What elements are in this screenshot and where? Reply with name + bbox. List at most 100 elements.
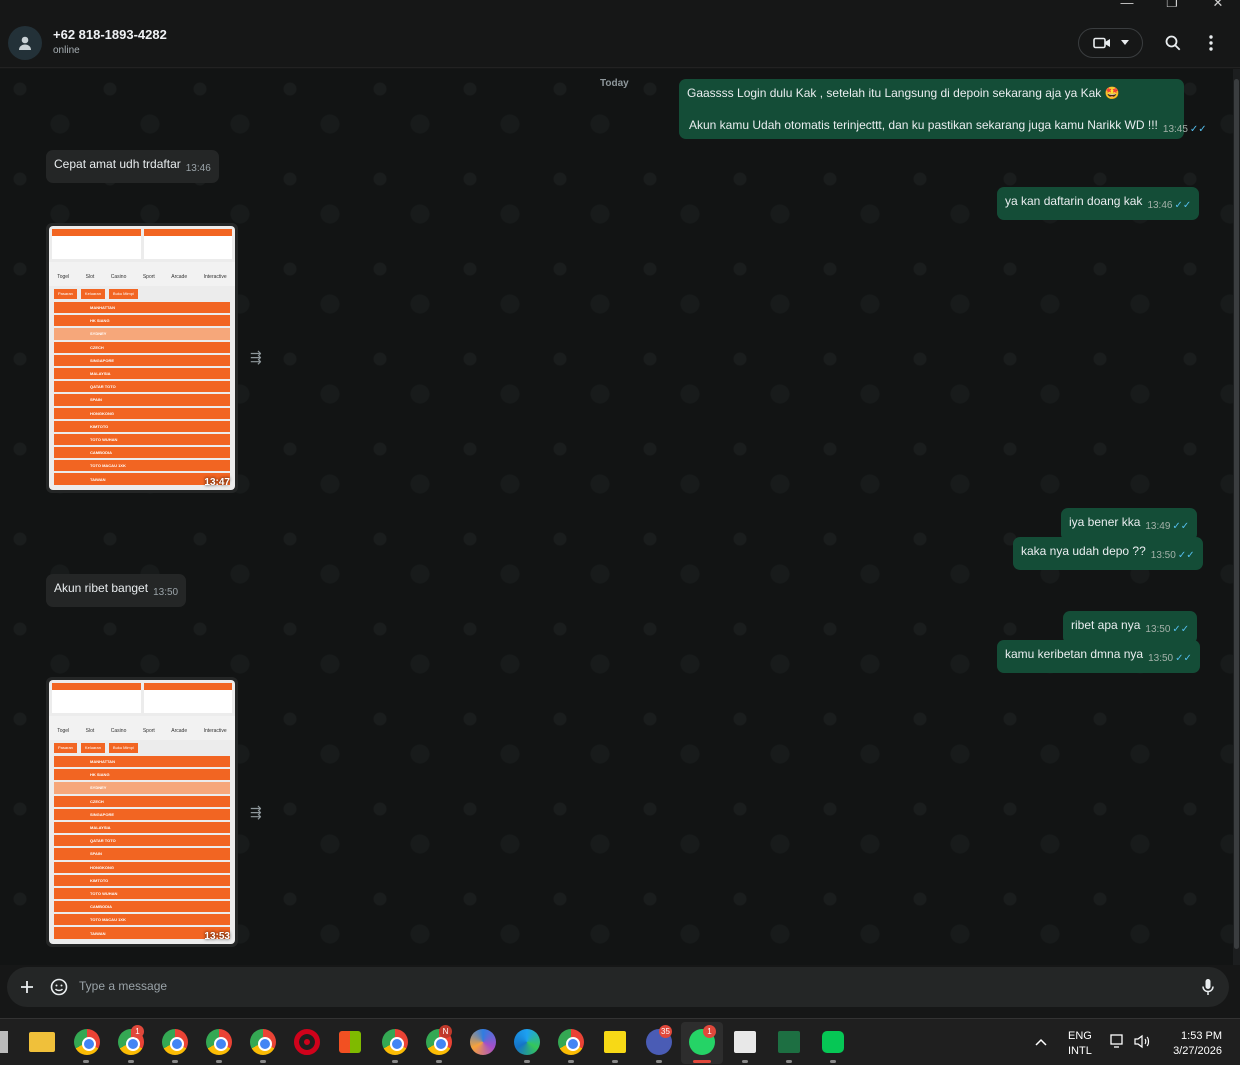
market-list: MANHATTAN HK SIANG SYDNEY CZECH SINGAPOR… — [49, 756, 235, 939]
running-indicator — [568, 1060, 574, 1063]
store-icon[interactable] — [339, 1031, 361, 1053]
message-text: kamu keribetan dmna nya — [1005, 647, 1144, 661]
menu-button[interactable] — [1200, 32, 1222, 54]
message-input[interactable]: Type a message — [79, 979, 167, 993]
message-time: 13:50 — [1150, 550, 1176, 561]
whatsapp-window: — ❐ ✕ +62 818-1893-4282 online Today Gaa… — [0, 0, 1240, 1018]
market-row: SYDNEY — [54, 328, 230, 340]
market-row: CAMBODIA — [54, 901, 230, 913]
forward-icon[interactable]: ⇶ — [250, 804, 266, 820]
message-outgoing[interactable]: Gaassss Login dulu Kak , setelah itu Lan… — [679, 79, 1207, 139]
screenshot-tab: Interactive — [203, 274, 227, 280]
message-list[interactable]: Today Gaassss Login dulu Kak , setelah i… — [0, 69, 1233, 965]
volume-icon[interactable] — [1134, 1034, 1150, 1049]
taskbar: 1 N 35 1 ENG INTL 1:53 PM 3/27/2026 — [0, 1018, 1240, 1065]
font-viewer-icon[interactable] — [734, 1031, 756, 1053]
copilot-icon[interactable] — [470, 1029, 496, 1055]
notification-badge: 1 — [131, 1025, 144, 1038]
message-outgoing[interactable]: ya kan daftarin doang kak 13:46 ✓✓ — [997, 187, 1200, 220]
maximize-button[interactable]: ❐ — [1157, 0, 1187, 14]
clock[interactable]: 1:53 PM 3/27/2026 — [1166, 1029, 1222, 1059]
sticky-notes-icon[interactable] — [604, 1031, 626, 1053]
attach-button[interactable] — [16, 976, 38, 998]
clock-time: 1:53 PM — [1181, 1030, 1222, 1042]
date-separator: Today — [600, 78, 629, 89]
screenshot-button: Keluaran — [80, 289, 105, 299]
file-explorer-icon[interactable] — [29, 1032, 55, 1052]
screenshot-tab: Casino — [110, 728, 127, 734]
message-text: ya kan daftarin doang kak — [1005, 194, 1143, 208]
screenshot-tab: Casino — [110, 274, 127, 280]
message-text: Gaassss Login dulu Kak , setelah itu Lan… — [687, 86, 1120, 100]
taskbar-app-partial[interactable] — [0, 1031, 8, 1053]
market-row: TOTO WUHAN — [54, 887, 230, 900]
read-receipt-icon: ✓✓ — [1189, 124, 1207, 135]
message-time: 13:50 — [1148, 653, 1174, 664]
screenshot-tab: Interactive — [203, 728, 227, 734]
close-button[interactable]: ✕ — [1203, 0, 1233, 14]
chrome-profile-icon[interactable] — [206, 1029, 232, 1055]
message-time: 13:50 — [1145, 624, 1171, 635]
market-row: QATAR TOTO — [54, 381, 230, 393]
message-text: kaka nya udah depo ?? — [1021, 544, 1146, 558]
keyboard-layout: INTL — [1068, 1045, 1092, 1057]
language-indicator[interactable]: ENG INTL — [1068, 1029, 1092, 1059]
chrome-profile-icon[interactable] — [74, 1029, 100, 1055]
message-time: 13:46 — [1147, 200, 1173, 211]
chrome-profile-icon[interactable] — [382, 1029, 408, 1055]
network-icon[interactable] — [1110, 1034, 1126, 1049]
message-incoming[interactable]: Akun ribet banget 13:50 — [46, 574, 187, 607]
contact-name[interactable]: +62 818-1893-4282 — [53, 27, 167, 42]
video-camera-icon — [1092, 37, 1110, 49]
scrollbar[interactable] — [1233, 69, 1240, 965]
chrome-icon[interactable] — [558, 1029, 584, 1055]
language-code: ENG — [1068, 1030, 1092, 1042]
excel-icon[interactable] — [778, 1031, 800, 1053]
running-indicator — [612, 1060, 618, 1063]
market-row: SPAIN — [54, 394, 230, 406]
message-incoming[interactable]: Cepat amat udh trdaftar 13:46 — [46, 150, 219, 183]
microphone-icon — [1202, 979, 1214, 995]
chrome-profile-icon[interactable] — [162, 1029, 188, 1055]
notification-badge: 35 — [659, 1025, 672, 1038]
running-indicator — [392, 1060, 398, 1063]
read-receipt-icon: ✓✓ — [1174, 200, 1192, 211]
search-button[interactable] — [1162, 32, 1184, 54]
chevron-up-icon[interactable] — [1035, 1038, 1047, 1046]
market-row: KIMTOTO — [54, 874, 230, 886]
emoji-button[interactable] — [48, 976, 70, 998]
chrome-profile-icon[interactable] — [250, 1029, 276, 1055]
market-row: SINGAPORE — [54, 808, 230, 820]
image-message[interactable]: Togel Slot Casino Sport Arcade Interacti… — [46, 677, 238, 947]
message-outgoing[interactable]: kamu keribetan dmna nya 13:50 ✓✓ — [997, 640, 1200, 673]
market-row: SINGAPORE — [54, 354, 230, 366]
active-indicator — [693, 1060, 711, 1063]
image-message[interactable]: Togel Slot Casino Sport Arcade Interacti… — [46, 223, 238, 493]
avatar[interactable] — [8, 26, 42, 60]
message-time: 13:50 — [153, 587, 179, 598]
running-indicator — [260, 1060, 266, 1063]
read-receipt-icon: ✓✓ — [1172, 521, 1190, 532]
minimize-button[interactable]: — — [1112, 0, 1142, 14]
opera-icon[interactable] — [294, 1029, 320, 1055]
scrollbar-thumb[interactable] — [1234, 79, 1239, 949]
forward-icon[interactable]: ⇶ — [250, 349, 266, 365]
running-indicator — [524, 1060, 530, 1063]
screenshot-tab: Sport — [142, 274, 155, 280]
message-outgoing[interactable]: kaka nya udah depo ?? 13:50 ✓✓ — [1013, 537, 1203, 570]
video-call-button[interactable] — [1078, 28, 1143, 58]
notification-badge: 1 — [703, 1025, 716, 1038]
edge-icon[interactable] — [514, 1029, 540, 1055]
screenshot-button: Buku Mimpi — [108, 743, 138, 753]
message-text: Cepat amat udh trdaftar — [54, 157, 181, 171]
screenshot-tab: Sport — [142, 728, 155, 734]
running-indicator — [830, 1060, 836, 1063]
running-indicator — [436, 1060, 442, 1063]
line-icon[interactable] — [822, 1031, 844, 1053]
screenshot-image: Togel Slot Casino Sport Arcade Interacti… — [49, 680, 235, 944]
more-vert-icon — [1209, 35, 1213, 51]
screenshot-tab: Slot — [85, 728, 95, 734]
voice-button[interactable] — [1197, 976, 1219, 998]
message-time: 13:47 — [204, 477, 230, 488]
market-row: KIMTOTO — [54, 420, 230, 432]
